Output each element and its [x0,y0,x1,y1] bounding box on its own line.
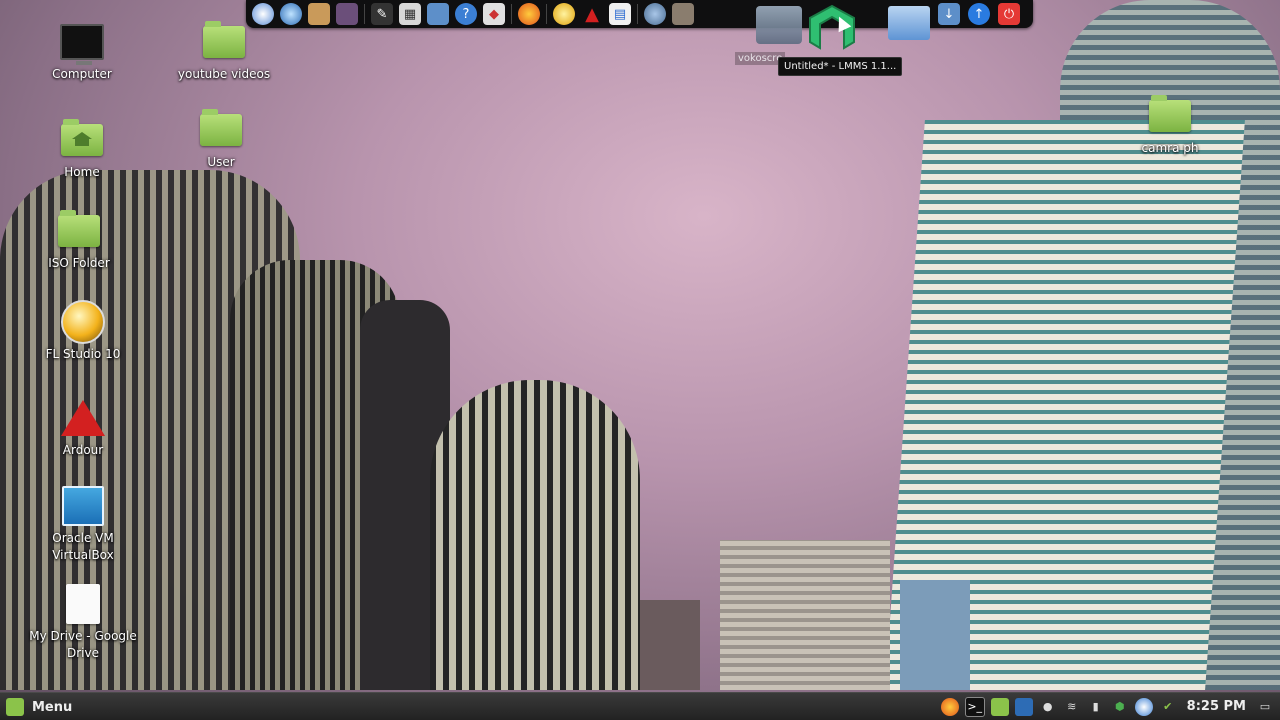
document-icon[interactable]: ▤ [609,3,631,25]
desktop-icon-computer[interactable]: Computer [22,22,142,83]
help-icon[interactable]: ? [455,3,477,25]
bottom-panel: Menu >_ ● ≋ ▮ ⬢ ✔ 8:25 PM ▭ [0,692,1280,720]
wallpaper-building [230,260,400,690]
software-manager-icon[interactable]: ◆ [483,3,505,25]
desktop-icon-label: Home [64,165,100,179]
calculator-icon[interactable]: ▦ [399,3,421,25]
power-icon[interactable]: ⏻ [998,3,1020,25]
desktop-icon-home[interactable]: Home [22,119,142,181]
desktop-icon-google-drive[interactable]: My Drive - Google Drive [21,584,145,662]
show-desktop-icon[interactable]: ▭ [1256,698,1274,716]
fl-studio-icon[interactable] [553,3,575,25]
menu-button[interactable]: Menu [6,697,72,717]
wallpaper-building [900,580,970,690]
folder-icon [202,21,246,62]
dock-tooltip: Untitled* - LMMS 1.1... [778,57,903,76]
workspace-switcher-icon[interactable] [336,3,358,25]
desktop-icon-label: youtube videos [177,67,271,81]
mint-logo-icon [6,698,24,716]
update-icon[interactable]: ↑ [968,3,990,25]
document-icon [61,584,105,624]
wallpaper-building [430,380,640,690]
firefox-icon[interactable] [518,3,540,25]
menu-label: Menu [32,699,73,715]
system-settings-icon[interactable] [644,3,666,25]
wifi-icon[interactable]: ≋ [1063,698,1081,716]
download-folder-icon[interactable]: ↓ [938,3,960,25]
vokoscreen-icon[interactable] [756,6,802,44]
dock-separator [637,4,638,24]
desktop-wallpaper [0,0,1280,720]
desktop-icon-ardour[interactable]: Ardour [23,398,143,459]
package-icon[interactable] [308,3,330,25]
virtualbox-icon [61,486,105,526]
update-check-icon[interactable]: ✔ [1159,698,1177,716]
dock-separator [511,4,512,24]
desktop-icon-user[interactable]: User [161,109,281,171]
virtualbox-icon[interactable] [1014,697,1033,716]
home-folder-icon [60,119,104,160]
desktop-icon-label: FL Studio 10 [45,347,121,361]
dock-separator [364,4,365,24]
wallpaper-building [360,300,450,690]
battery-icon[interactable]: ▮ [1087,698,1105,716]
desktop-icon-label: camra ph [1141,141,1199,155]
chromium-icon[interactable] [1134,697,1153,716]
desktop-icon-camra-ph[interactable]: camra ph [1110,95,1230,157]
desktop-icon-fl-studio[interactable]: FL Studio 10 [23,300,143,363]
firefox-icon[interactable] [940,697,959,716]
wallpaper-building [885,120,1245,690]
wallpaper-building [720,540,890,690]
media-icon[interactable] [672,3,694,25]
desktop-icon-label: Ardour [62,443,104,457]
desktop-icon-label: Computer [52,67,112,81]
files-icon[interactable] [888,6,930,40]
gimp-icon[interactable]: ✎ [371,3,393,25]
shield-icon[interactable]: ⬢ [1111,698,1129,716]
lmms-icon[interactable] [806,4,858,54]
wallpaper-building [640,600,700,690]
fl-studio-icon [61,300,105,344]
computer-icon [60,22,104,65]
clock[interactable]: 8:25 PM [1187,699,1246,714]
folder-icon [1148,95,1192,136]
desktop-icon-label: ISO Folder [48,256,110,270]
folder-icon [199,109,243,150]
folder-icon[interactable] [990,697,1009,716]
ardour-icon[interactable]: ▲ [581,3,603,25]
desktop-icon-virtualbox[interactable]: Oracle VM VirtualBox [23,486,143,564]
user-icon[interactable]: ● [1039,698,1057,716]
desktop-icon-label: My Drive - Google Drive [29,629,137,660]
desktop-icon-iso-folder[interactable]: ISO Folder [19,210,139,272]
ardour-icon [61,398,105,438]
dock-separator [546,4,547,24]
desktop-icon-label: User [207,155,235,169]
desktop-icon-label: Oracle VM VirtualBox [52,531,114,562]
folder-icon [57,210,101,251]
system-tray: >_ ● ≋ ▮ ⬢ ✔ 8:25 PM ▭ [940,693,1280,720]
home-folder-icon[interactable] [427,3,449,25]
terminal-icon[interactable]: >_ [964,696,985,717]
desktop-icon-youtube-videos[interactable]: youtube videos [164,21,284,83]
